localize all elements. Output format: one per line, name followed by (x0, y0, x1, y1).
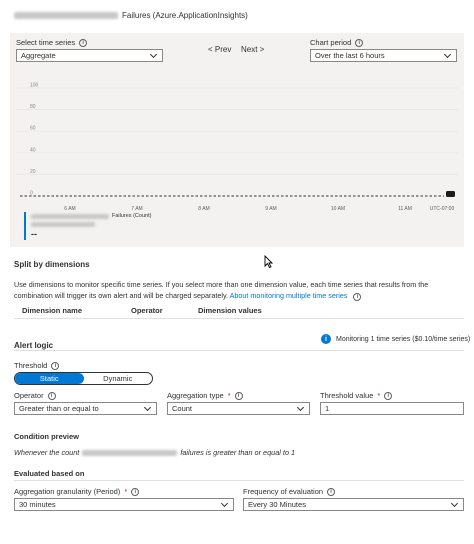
alert-logic-title: Alert logic (14, 341, 54, 350)
alert-divider (14, 350, 464, 351)
chevron-down-icon (450, 499, 459, 507)
chart-period-label-row: Chart period i (310, 38, 364, 47)
preview-text-before: Whenever the count (14, 448, 80, 457)
y-tick-label: 40 (30, 147, 36, 153)
chart-period-label: Chart period (310, 38, 352, 47)
y-tick-label: 80 (30, 104, 36, 110)
operator-label: Operator (14, 391, 44, 400)
redacted-resource-name (14, 11, 118, 19)
frequency-label: Frequency of evaluation (243, 487, 324, 496)
x-tick-label: 9 AM (265, 206, 276, 212)
required-mark: * (377, 391, 381, 400)
page-title-text: Failures (Azure.ApplicationInsights) (122, 10, 248, 20)
granularity-select-value: 30 minutes (19, 500, 56, 509)
aggregation-select[interactable]: Count (167, 402, 310, 415)
y-tick-label: 60 (30, 126, 36, 132)
table-divider (14, 318, 464, 319)
info-icon[interactable]: i (355, 38, 364, 47)
col-dimension-values: Dimension values (198, 306, 262, 315)
static-option[interactable]: Static (15, 373, 84, 384)
chevron-down-icon (143, 403, 152, 411)
info-icon[interactable]: i (51, 361, 60, 370)
required-mark: * (227, 391, 231, 400)
info-icon[interactable]: i (79, 38, 88, 47)
threshold-value-label-row: Threshold value * i (320, 391, 393, 400)
evaluated-title: Evaluated based on (14, 469, 85, 478)
aggregation-select-value: Count (172, 404, 193, 413)
col-operator: Operator (131, 306, 163, 315)
threshold-label: Threshold (14, 361, 48, 370)
y-tick-label: 20 (30, 169, 36, 175)
legend-value: -- (31, 229, 37, 239)
info-icon[interactable]: i (131, 487, 140, 496)
operator-select[interactable]: Greater than or equal to (14, 402, 157, 415)
monitoring-note: i Monitoring 1 time series ($0.10/time s… (321, 334, 470, 344)
threshold-label-row: Threshold i (14, 361, 60, 370)
redacted-legend-subtitle (31, 222, 95, 227)
info-icon[interactable]: i (384, 391, 393, 400)
evaluated-divider (14, 480, 464, 481)
monitoring-link[interactable]: About monitoring multiple time series (230, 291, 348, 300)
split-desc-text: combination will trigger its own alert a… (14, 291, 228, 300)
chevron-down-icon (149, 50, 158, 58)
frequency-select[interactable]: Every 30 Minutes (243, 498, 464, 511)
chevron-down-icon (296, 403, 305, 411)
chart-period-select-value: Over the last 6 hours (315, 51, 385, 60)
aggregation-label: Aggregation type (167, 391, 224, 400)
threshold-value-label: Threshold value (320, 391, 374, 400)
aggregation-label-row: Aggregation type * i (167, 391, 243, 400)
split-desc-line1: Use dimensions to monitor specific time … (14, 280, 429, 289)
monitoring-text: Monitoring 1 time series ($0.10/time ser… (336, 335, 471, 343)
timeseries-label: Select time series (16, 38, 76, 47)
col-dimension-name: Dimension name (22, 306, 83, 315)
granularity-select[interactable]: 30 minutes (14, 498, 234, 511)
x-tick-label: 7 AM (131, 206, 142, 212)
x-tick-label: 8 AM (198, 206, 209, 212)
condition-preview-title: Condition preview (14, 432, 80, 441)
split-description: Use dimensions to monitor specific time … (14, 279, 464, 301)
x-tick-label: 11 AM (398, 206, 412, 212)
frequency-label-row: Frequency of evaluation i (243, 487, 336, 496)
x-tick-label: 6 AM (64, 206, 75, 212)
legend-series-name: Failures (Count) (112, 213, 152, 219)
redacted-resource-name (82, 449, 178, 456)
chevron-down-icon (443, 50, 452, 58)
info-icon[interactable]: i (353, 293, 362, 301)
split-title: Split by dimensions (14, 260, 90, 269)
operator-label-row: Operator i (14, 391, 56, 400)
condition-preview-text: Whenever the count failures is greater t… (14, 448, 295, 457)
preview-text-after: failures is greater than or equal to 1 (180, 448, 296, 457)
prev-button[interactable]: < Prev (208, 45, 231, 54)
redacted-legend-name (31, 213, 109, 219)
failures-chart: 1008060402006 AM 7 AM 8 AM 9 AM 10 AM 11 AM UT… (16, 83, 458, 212)
threshold-toggle[interactable]: Static Dynamic (14, 372, 153, 385)
timeseries-select[interactable]: Aggregate (16, 49, 163, 62)
page-title: Failures (Azure.ApplicationInsights) (14, 9, 248, 21)
granularity-label: Aggregation granularity (Period) (14, 487, 121, 496)
dynamic-option[interactable]: Dynamic (84, 373, 153, 384)
timeseries-select-value: Aggregate (21, 51, 56, 60)
info-icon[interactable]: i (234, 391, 243, 400)
info-icon[interactable]: i (47, 391, 56, 400)
y-tick-label: 100 (30, 83, 39, 89)
split-desc-line2: combination will trigger its own alert a… (14, 290, 464, 301)
x-tick-label: UTC-07:00 (430, 206, 455, 212)
series-end-marker (446, 191, 455, 197)
x-tick-label: 10 AM (331, 206, 345, 212)
threshold-value-input[interactable]: 1 (320, 402, 464, 415)
info-icon[interactable]: i (327, 487, 336, 496)
timeseries-label-row: Select time series i (16, 38, 88, 47)
frequency-select-value: Every 30 Minutes (248, 500, 306, 509)
legend-entry: Failures (Count) (31, 213, 151, 219)
legend-color-bar (24, 212, 26, 240)
required-mark: * (124, 487, 128, 496)
mouse-cursor-icon (264, 255, 273, 268)
operator-select-value: Greater than or equal to (19, 404, 99, 413)
next-button[interactable]: Next > (241, 45, 264, 54)
chevron-down-icon (220, 499, 229, 507)
chart-period-select[interactable]: Over the last 6 hours (310, 49, 457, 62)
info-filled-icon: i (321, 334, 331, 344)
granularity-label-row: Aggregation granularity (Period) * i (14, 487, 140, 496)
